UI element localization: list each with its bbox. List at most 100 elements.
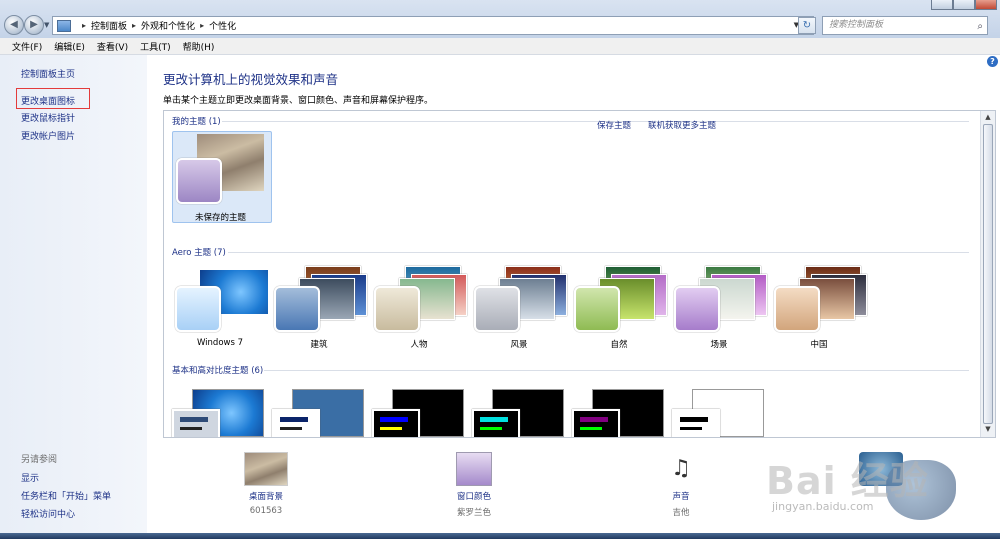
see-also-display-link[interactable]: 显示: [21, 471, 39, 484]
window-color-swatch: [774, 286, 820, 332]
desktop-background-label[interactable]: 桌面背景: [226, 490, 306, 502]
window-controls: [931, 0, 997, 10]
menu-tools[interactable]: 工具(T): [140, 40, 171, 53]
theme-landscapes[interactable]: 风景: [471, 266, 567, 358]
control-panel-icon: [57, 19, 71, 32]
theme-nature[interactable]: 自然: [571, 266, 667, 358]
address-bar: ◀ ▶ ▼ ▸ 控制面板 ▸ 外观和个性化 ▸ 个性化 ▼ ↻ 搜索控制面板 ⌕: [0, 0, 1000, 38]
see-also-heading: 另请参阅: [21, 455, 58, 465]
theme-high-contrast-black[interactable]: [572, 389, 668, 437]
theme-label: 风景: [510, 340, 528, 350]
menu-edit[interactable]: 编辑(E): [54, 40, 85, 53]
window-color-swatch: [274, 286, 320, 332]
watermark-subtext: jingyan.baidu.com: [772, 500, 874, 513]
theme-architecture[interactable]: 建筑: [271, 266, 367, 358]
change-mouse-pointers-link[interactable]: 更改鼠标指针: [21, 111, 75, 124]
divider: [222, 121, 969, 122]
refresh-icon[interactable]: ↻: [798, 17, 816, 34]
change-account-picture-link[interactable]: 更改帐户图片: [21, 129, 75, 142]
theme-label: 中国: [810, 340, 828, 350]
basic-themes-heading: 基本和高对比度主题 (6): [172, 366, 264, 376]
control-panel-home-link[interactable]: 控制面板主页: [21, 67, 75, 80]
theme-windows7[interactable]: Windows 7: [172, 266, 268, 358]
vertical-scrollbar[interactable]: ▲ ▼: [980, 111, 995, 437]
theme-label: 人物: [410, 340, 428, 350]
my-themes-heading: 我的主题 (1): [172, 117, 221, 127]
page-title: 更改计算机上的视觉效果和声音: [163, 72, 339, 87]
theme-windows-classic[interactable]: [272, 389, 368, 437]
see-also-ease-of-access-link[interactable]: 轻松访问中心: [21, 507, 75, 520]
minimize-button[interactable]: [931, 0, 953, 10]
scroll-down-icon[interactable]: ▼: [983, 425, 993, 435]
window-color-setting[interactable]: 窗口颜色 紫罗兰色: [434, 452, 514, 518]
theme-high-contrast-1[interactable]: [372, 389, 468, 437]
search-icon[interactable]: ⌕: [977, 18, 983, 35]
desktop-background-value: 601563: [249, 506, 283, 516]
window-color-swatch: [272, 409, 320, 437]
page-subtitle: 单击某个主题立即更改桌面背景、窗口颜色、声音和屏幕保护程序。: [163, 96, 434, 106]
theme-windows7-basic[interactable]: [172, 389, 268, 437]
sound-setting[interactable]: ♫ 声音 吉他: [641, 452, 721, 518]
window-color-swatch: [674, 286, 720, 332]
theme-label: 场景: [710, 340, 728, 350]
theme-label: 自然: [610, 340, 628, 350]
chevron-right-icon[interactable]: ▸: [132, 21, 136, 30]
desktop-background-setting[interactable]: 桌面背景 601563: [226, 452, 306, 516]
scroll-up-icon[interactable]: ▲: [983, 113, 993, 123]
screen-saver-icon: [859, 452, 903, 486]
maximize-button[interactable]: [953, 0, 975, 10]
window-color-swatch: [175, 286, 221, 332]
change-desktop-icons-link[interactable]: 更改桌面图标: [21, 94, 75, 107]
close-button[interactable]: [975, 0, 997, 10]
divider: [228, 252, 969, 253]
search-placeholder: 搜索控制面板: [829, 20, 884, 30]
save-theme-link[interactable]: 保存主题: [597, 119, 631, 131]
menu-bar: 文件(F) 编辑(E) 查看(V) 工具(T) 帮助(H): [0, 38, 1000, 55]
search-input[interactable]: 搜索控制面板 ⌕: [822, 16, 988, 35]
divider: [264, 370, 969, 371]
back-arrow-icon[interactable]: ◀: [4, 15, 24, 35]
left-pane: 控制面板主页 更改桌面图标 更改鼠标指针 更改帐户图片 另请参阅 显示 任务栏和…: [0, 55, 147, 533]
taskbar: [0, 533, 1000, 539]
desktop-background-thumbnail: [244, 452, 288, 486]
scrollbar-thumb[interactable]: [983, 124, 993, 424]
window-color-swatch: [472, 409, 520, 437]
sound-value: 吉他: [672, 508, 690, 518]
menu-file[interactable]: 文件(F): [12, 40, 42, 53]
menu-view[interactable]: 查看(V): [97, 40, 128, 53]
window-color-swatch: [572, 409, 620, 437]
theme-high-contrast-white[interactable]: [672, 389, 768, 437]
breadcrumb-control-panel[interactable]: 控制面板: [91, 19, 127, 32]
window-color-value: 紫罗兰色: [456, 508, 491, 518]
window-color-swatch: [474, 286, 520, 332]
window-color-label[interactable]: 窗口颜色: [434, 490, 514, 502]
see-also-taskbar-link[interactable]: 任务栏和「开始」菜单: [21, 489, 111, 502]
theme-scenes[interactable]: 场景: [671, 266, 767, 358]
music-notes-icon: ♫: [671, 456, 691, 481]
window-color-swatch: [374, 286, 420, 332]
chevron-right-icon[interactable]: ▸: [200, 21, 204, 30]
chevron-right-icon[interactable]: ▸: [82, 21, 86, 30]
screen-saver-setting[interactable]: [841, 452, 921, 486]
window-color-swatch: [176, 158, 222, 204]
menu-help[interactable]: 帮助(H): [183, 40, 215, 53]
theme-characters[interactable]: 人物: [371, 266, 467, 358]
forward-arrow-icon[interactable]: ▶: [24, 15, 44, 35]
unsaved-theme-label: 未保存的主题: [195, 213, 247, 223]
theme-list[interactable]: 我的主题 (1) 未保存的主题 Aero 主题 (7) Windows 7 建筑…: [163, 110, 996, 438]
unsaved-theme-tile[interactable]: 未保存的主题: [172, 131, 272, 223]
window-color-swatch: [372, 409, 420, 437]
theme-label: 建筑: [310, 340, 328, 350]
window-color-swatch: [672, 409, 720, 437]
help-icon[interactable]: ?: [987, 56, 998, 67]
recent-pages-dropdown-icon[interactable]: ▼: [44, 21, 49, 29]
window-color-thumbnail: [456, 452, 492, 486]
window-color-swatch: [172, 409, 220, 437]
breadcrumb-personalization[interactable]: 个性化: [209, 19, 236, 32]
breadcrumb-appearance[interactable]: 外观和个性化: [141, 19, 195, 32]
get-more-themes-link[interactable]: 联机获取更多主题: [648, 119, 716, 131]
sound-label[interactable]: 声音: [641, 490, 721, 502]
breadcrumb[interactable]: ▸ 控制面板 ▸ 外观和个性化 ▸ 个性化 ▼: [52, 16, 814, 35]
theme-china[interactable]: 中国: [771, 266, 867, 358]
theme-high-contrast-2[interactable]: [472, 389, 568, 437]
